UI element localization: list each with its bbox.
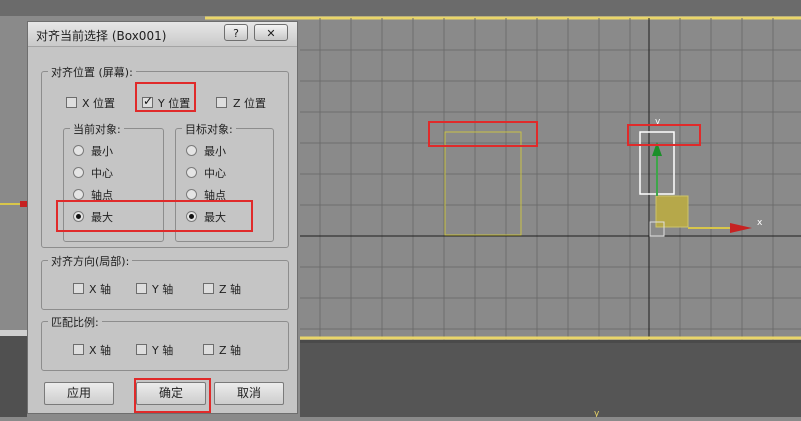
orient-y-label: Y 轴: [152, 283, 174, 296]
svg-text:y: y: [594, 409, 600, 417]
align-selection-dialog: 对齐当前选择 (Box001) ? ✕ 对齐位置 (屏幕): X 位置 ✓ Y …: [27, 21, 298, 414]
scale-z-checkbox[interactable]: [203, 344, 214, 355]
x-position-checkbox[interactable]: [66, 97, 77, 108]
align-position-title: 对齐位置 (屏幕):: [48, 64, 136, 80]
orient-z-checkbox[interactable]: [203, 283, 214, 294]
align-orientation-group: 对齐方向(局部): X 轴 Y 轴 Z 轴: [41, 253, 289, 310]
match-scale-title: 匹配比例:: [48, 314, 102, 330]
highlight-max-options: [56, 200, 253, 232]
scale-y-checkbox[interactable]: [136, 344, 147, 355]
current-min-label: 最小: [91, 145, 113, 158]
apply-button[interactable]: 应用: [44, 382, 114, 405]
target-center-radio[interactable]: [186, 167, 197, 178]
highlight-ok-button: [134, 378, 211, 413]
viewport-top-strip: [0, 0, 801, 16]
scale-y-label: Y 轴: [152, 344, 174, 357]
current-center-radio[interactable]: [73, 167, 84, 178]
target-min-label: 最小: [204, 145, 226, 158]
target-pivot-radio[interactable]: [186, 189, 197, 200]
help-button[interactable]: ?: [224, 24, 248, 41]
orient-x-checkbox[interactable]: [73, 283, 84, 294]
dialog-titlebar[interactable]: 对齐当前选择 (Box001) ? ✕: [28, 22, 297, 47]
target-object-title: 目标对象:: [182, 121, 236, 137]
orient-z-label: Z 轴: [219, 283, 242, 296]
scale-x-label: X 轴: [89, 344, 112, 357]
orient-y-checkbox[interactable]: [136, 283, 147, 294]
cancel-button[interactable]: 取消: [214, 382, 284, 405]
current-object-title: 当前对象:: [70, 121, 124, 137]
orient-x-label: X 轴: [89, 283, 112, 296]
current-min-radio[interactable]: [73, 145, 84, 156]
left-axis-marker: [20, 201, 27, 207]
highlight-y-position: [135, 82, 196, 112]
align-orientation-title: 对齐方向(局部):: [48, 253, 133, 269]
dialog-title: 对齐当前选择 (Box001): [36, 29, 167, 43]
match-scale-group: 匹配比例: X 轴 Y 轴 Z 轴: [41, 314, 289, 371]
target-min-radio[interactable]: [186, 145, 197, 156]
axis-x-label: x: [757, 218, 763, 228]
z-position-label: Z 位置: [233, 97, 267, 110]
scale-x-checkbox[interactable]: [73, 344, 84, 355]
highlight-selected-max: [627, 124, 701, 146]
highlight-target-max: [428, 121, 538, 147]
scale-z-label: Z 轴: [219, 344, 242, 357]
target-center-label: 中心: [204, 167, 226, 180]
current-center-label: 中心: [91, 167, 113, 180]
z-position-checkbox[interactable]: [216, 97, 227, 108]
current-pivot-radio[interactable]: [73, 189, 84, 200]
x-position-label: X 位置: [82, 97, 116, 110]
left-panel-edge: [0, 330, 27, 336]
close-button[interactable]: ✕: [254, 24, 288, 41]
